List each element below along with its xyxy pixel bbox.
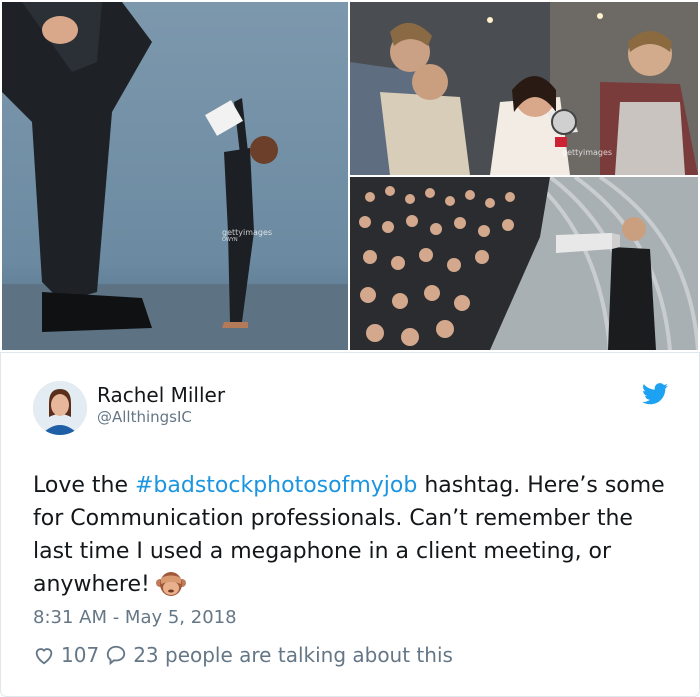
see-no-evil-monkey-icon — [155, 572, 186, 596]
watermark-text: gettyimages — [222, 228, 273, 237]
tweet-timestamp[interactable]: 8:31 AM - May 5, 2018 — [33, 607, 237, 628]
reply-button[interactable]: 23 people are talking about this — [105, 643, 453, 667]
tweet-actions: 107 23 people are talking about this — [33, 643, 459, 667]
speech-bubble-icon — [107, 645, 126, 666]
getty-watermark: gettyimages OWYN — [222, 228, 272, 243]
avatar[interactable] — [33, 381, 87, 435]
author-name[interactable]: Rachel Miller — [97, 383, 225, 407]
tweet-photo-2[interactable]: gettyimages — [350, 2, 698, 175]
author-handle[interactable]: @AllthingsIC — [97, 408, 192, 426]
watermark-credit: OWYN — [222, 237, 238, 243]
photo-grid: gettyimages OWYN gettyimages — [0, 0, 700, 352]
tweet-card: Rachel Miller @AllthingsIC Love the #bad… — [0, 352, 700, 697]
heart-icon — [35, 648, 53, 665]
tweet-text-before: Love the — [33, 473, 135, 498]
author-avatar-icon — [33, 381, 87, 435]
stock-photo-giant-boss-icon — [2, 2, 348, 350]
tweet-text: Love the #badstockphotosofmyjob hashtag.… — [33, 469, 673, 601]
getty-watermark: gettyimages — [562, 148, 612, 157]
like-button[interactable]: 107 — [33, 643, 99, 667]
watermark-text: gettyimages — [562, 148, 613, 157]
like-count: 107 — [61, 643, 100, 667]
stock-photo-megaphone-office-icon — [350, 2, 698, 175]
stock-photo-crowd-megaphone-icon — [350, 177, 698, 350]
replies-text: 23 people are talking about this — [133, 643, 453, 667]
twitter-bird-icon[interactable] — [642, 383, 668, 405]
hashtag-link[interactable]: #badstockphotosofmyjob — [135, 473, 417, 498]
tweet-photo-3[interactable] — [350, 177, 698, 350]
tweet-photo-1[interactable]: gettyimages OWYN — [2, 2, 348, 350]
